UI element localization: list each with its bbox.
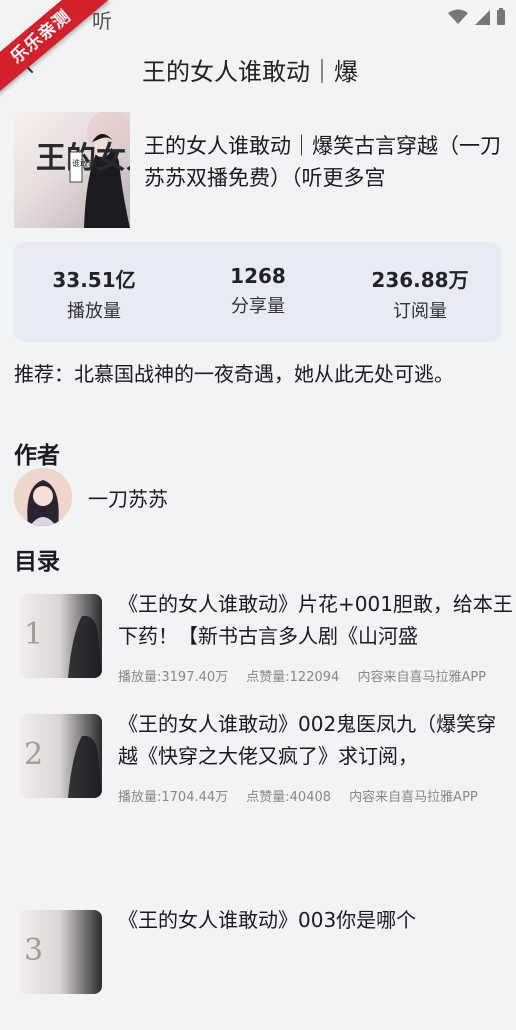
stat-subscriptions-label: 订阅量 — [393, 301, 447, 322]
wifi-icon — [448, 9, 468, 24]
episode-source: 内容来自喜马拉雅APP — [357, 670, 487, 685]
episode-plays: 播放量:1704.44万 — [118, 790, 229, 805]
stat-subscriptions: 236.88万 订阅量 — [340, 264, 500, 323]
episode-plays: 播放量:3197.40万 — [118, 670, 229, 685]
episode-thumbnail: 2 — [18, 714, 102, 798]
episode-thumbnail: 1 — [18, 594, 102, 678]
stats-card: 33.51亿 播放量 1268 分享量 236.88万 订阅量 — [14, 242, 502, 342]
stat-plays-label: 播放量 — [67, 301, 121, 322]
author-name[interactable]: 一刀苏苏 — [88, 483, 168, 512]
episode-meta: 播放量:1704.44万 点赞量:40408 内容来自喜马拉雅APP — [118, 786, 492, 805]
avatar[interactable] — [14, 468, 72, 526]
episode-title: 《王的女人谁敢动》003你是哪个 — [118, 908, 417, 932]
author-heading: 作者 — [14, 443, 60, 469]
svg-text:3: 3 — [24, 933, 43, 968]
stat-plays-value: 33.51亿 — [52, 268, 136, 292]
book-title: 王的女人谁敢动｜爆笑古言穿越（一刀苏苏双播免费）（听更多宫 — [144, 134, 501, 190]
episode-title: 《王的女人谁敢动》片花+001胆敢，给本王下药！【新书古言多人剧《山河盛 — [118, 592, 513, 648]
list-item[interactable]: 1 《王的女人谁敢动》片花+001胆敢，给本王下药！【新书古言多人剧《山河盛 播… — [0, 592, 516, 714]
signal-icon — [475, 10, 490, 25]
svg-text:2: 2 — [24, 737, 43, 772]
stat-shares-label: 分享量 — [231, 296, 285, 317]
list-item[interactable]: 3 《王的女人谁敢动》003你是哪个 — [0, 908, 516, 1030]
book-cover[interactable]: 王的女人 谁敢动 — [14, 112, 130, 228]
status-icons — [448, 8, 506, 26]
stat-shares: 1268 分享量 — [178, 264, 338, 318]
catalog-heading: 目录 — [14, 549, 60, 575]
recommend-text: 推荐：北慕国战神的一夜奇遇，她从此无处可逃。 — [14, 362, 454, 386]
stat-plays: 33.51亿 播放量 — [14, 264, 174, 323]
list-item[interactable]: 2 《王的女人谁敢动》002鬼医凤九（爆笑穿越《快穿之大佬又疯了》求订阅， 播放… — [0, 712, 516, 834]
header: 王的女人谁敢动｜爆 — [0, 34, 516, 98]
page-title: 王的女人谁敢动｜爆 — [142, 58, 358, 86]
episode-title: 《王的女人谁敢动》002鬼医凤九（爆笑穿越《快穿之大佬又疯了》求订阅， — [118, 712, 497, 768]
author-row[interactable]: 一刀苏苏 — [14, 468, 168, 526]
episode-likes: 点赞量:40408 — [246, 790, 332, 805]
episode-thumbnail: 3 — [18, 910, 102, 994]
episode-source: 内容来自喜马拉雅APP — [349, 790, 478, 805]
cover-stamp: 谁敢动 — [72, 158, 96, 168]
cover-art: 王的女人 谁敢动 — [36, 112, 130, 228]
episode-likes: 点赞量:122094 — [246, 670, 340, 685]
battery-icon — [497, 8, 505, 25]
stat-subscriptions-value: 236.88万 — [371, 268, 469, 292]
episode-meta: 播放量:3197.40万 点赞量:122094 内容来自喜马拉雅APP — [118, 666, 500, 685]
stat-shares-value: 1268 — [230, 264, 286, 288]
svg-text:1: 1 — [24, 617, 43, 652]
